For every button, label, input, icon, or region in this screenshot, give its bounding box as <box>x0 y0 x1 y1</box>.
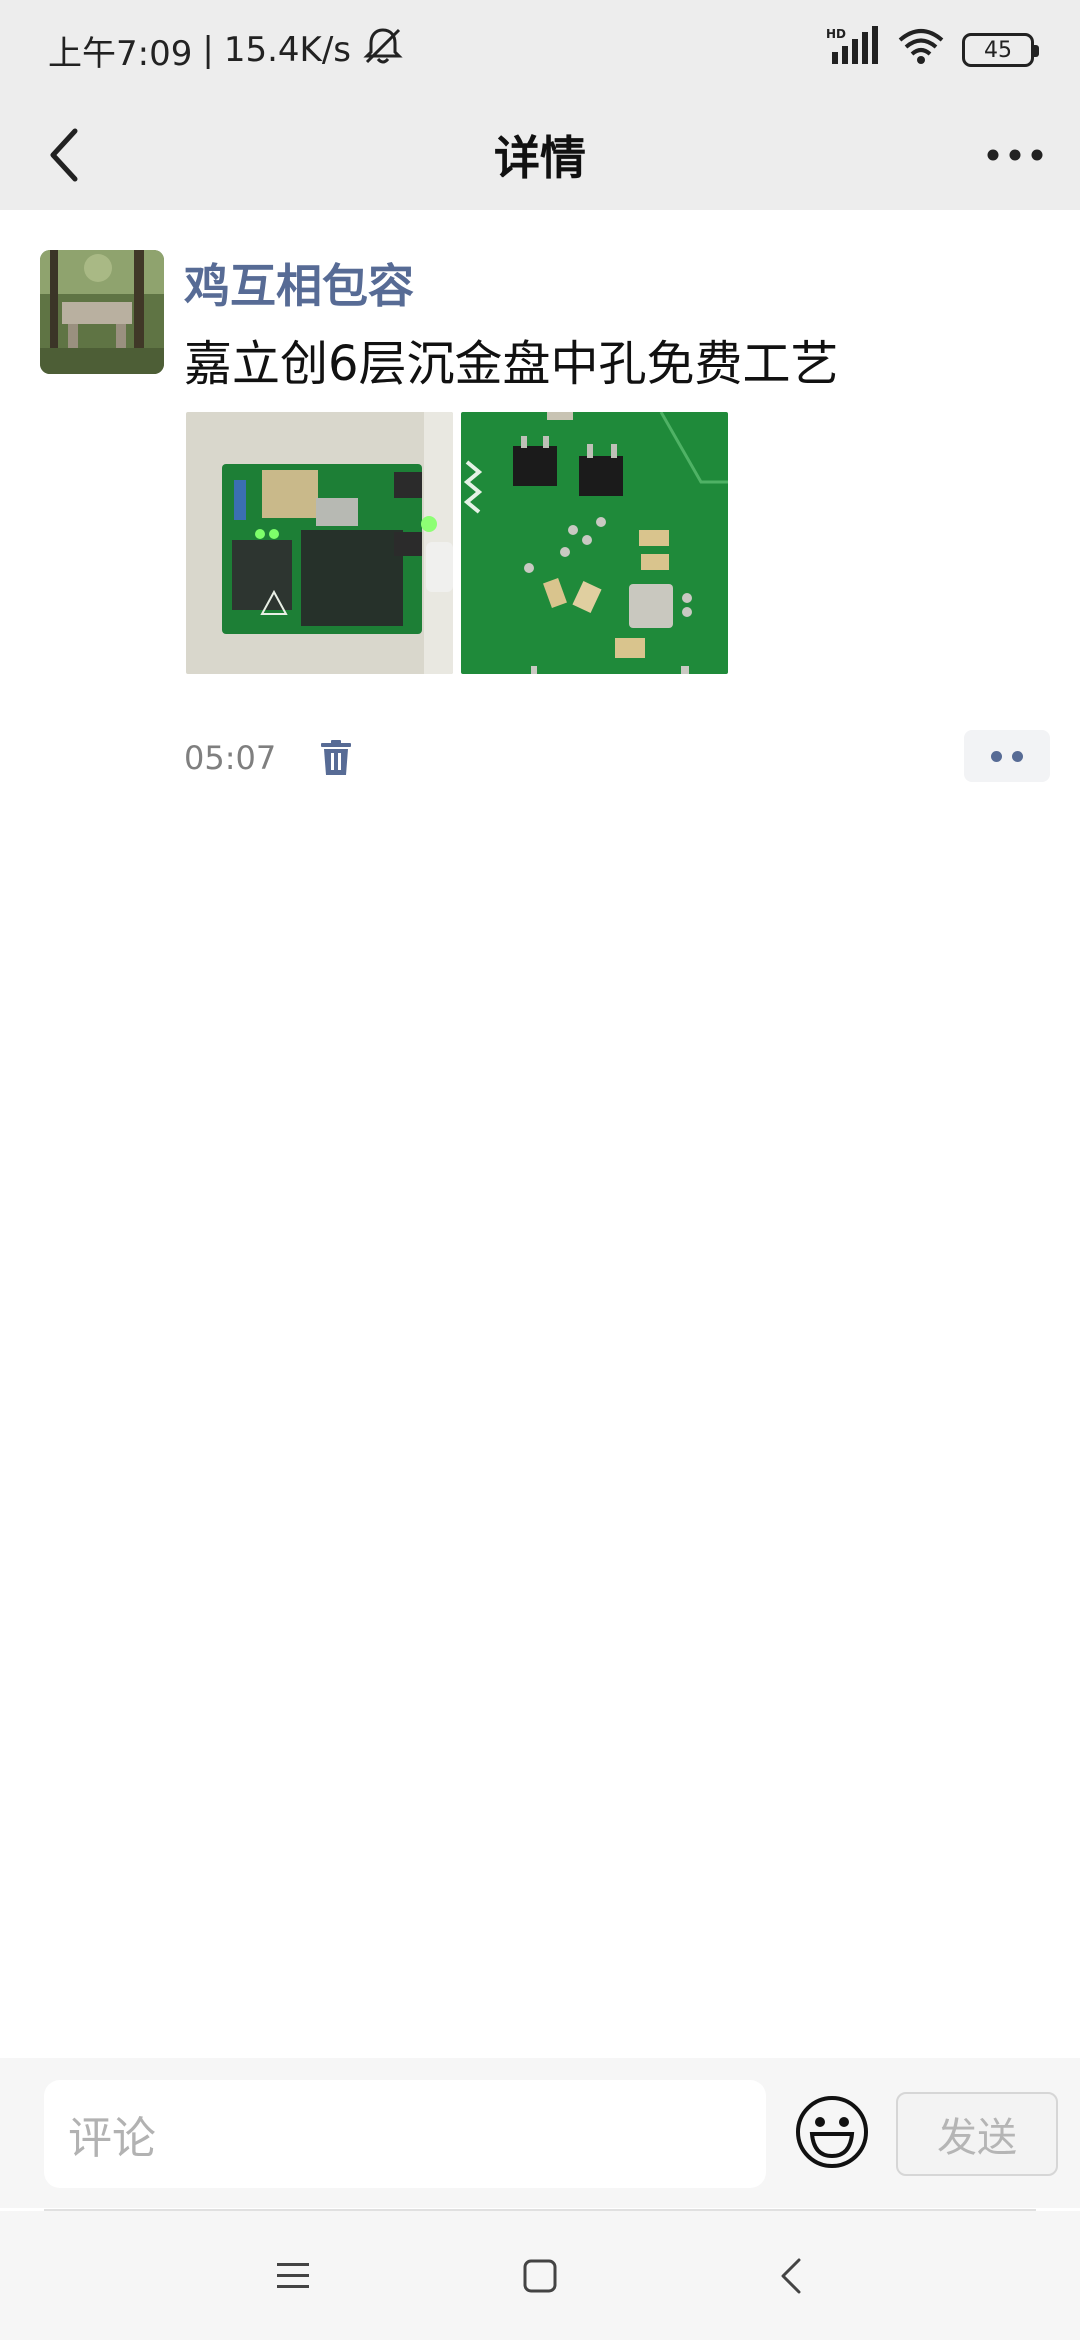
page-title: 详情 <box>494 131 586 185</box>
wifi-icon <box>898 28 944 73</box>
svg-text:HD: HD <box>826 27 846 41</box>
status-separator: | <box>202 30 214 70</box>
status-net-speed: 15.4K/s <box>223 30 351 70</box>
menu-lines-icon <box>277 2263 309 2288</box>
comment-input[interactable]: 评论 <box>44 2080 766 2188</box>
like-comment-menu-button[interactable] <box>964 730 1050 782</box>
home-button[interactable] <box>515 2251 565 2301</box>
comment-bar: 评论 发送 <box>0 2058 1080 2208</box>
signal-icon: HD <box>826 25 880 75</box>
more-dots-icon <box>987 149 1043 161</box>
status-left: 上午7:09 | 15.4K/s <box>48 26 405 75</box>
square-home-icon <box>523 2259 557 2293</box>
menu-dot-icon <box>1012 750 1023 762</box>
send-button[interactable]: 发送 <box>896 2092 1058 2176</box>
photo-pcb-closeup[interactable] <box>461 412 728 674</box>
mute-bell-icon <box>361 26 405 75</box>
author-name[interactable]: 鸡互相包容 <box>184 250 414 316</box>
recents-button[interactable] <box>268 2251 318 2301</box>
avatar[interactable] <box>40 250 164 374</box>
screen: 上午7:09 | 15.4K/s HD 45 详情 鸡互相包容 嘉立创6层沉金盘… <box>0 0 1080 2340</box>
back-button[interactable] <box>30 120 100 190</box>
status-right: HD 45 <box>826 25 1039 75</box>
system-back-button[interactable] <box>766 2251 816 2301</box>
emoji-button[interactable] <box>794 2094 870 2170</box>
post-text: 嘉立创6层沉金盘中孔免费工艺 <box>184 336 839 392</box>
more-button[interactable] <box>980 120 1050 190</box>
menu-dot-icon <box>991 750 1002 762</box>
post-meta-row: 05:07 <box>184 728 1050 788</box>
chevron-left-icon <box>50 128 78 182</box>
trash-icon <box>321 740 352 775</box>
photo-pcb-board[interactable] <box>186 412 453 674</box>
system-nav-bar <box>0 2211 1080 2340</box>
status-time: 上午7:09 <box>48 33 193 74</box>
battery-level: 45 <box>984 37 1012 63</box>
post-time: 05:07 <box>184 739 277 777</box>
smiley-icon <box>796 2096 868 2168</box>
photo-grid <box>186 412 728 674</box>
top-nav-bar: 详情 <box>0 100 1080 210</box>
battery-icon: 45 <box>962 33 1039 67</box>
status-bar: 上午7:09 | 15.4K/s HD 45 <box>0 0 1080 100</box>
triangle-back-icon <box>781 2258 801 2294</box>
delete-button[interactable] <box>314 736 358 780</box>
